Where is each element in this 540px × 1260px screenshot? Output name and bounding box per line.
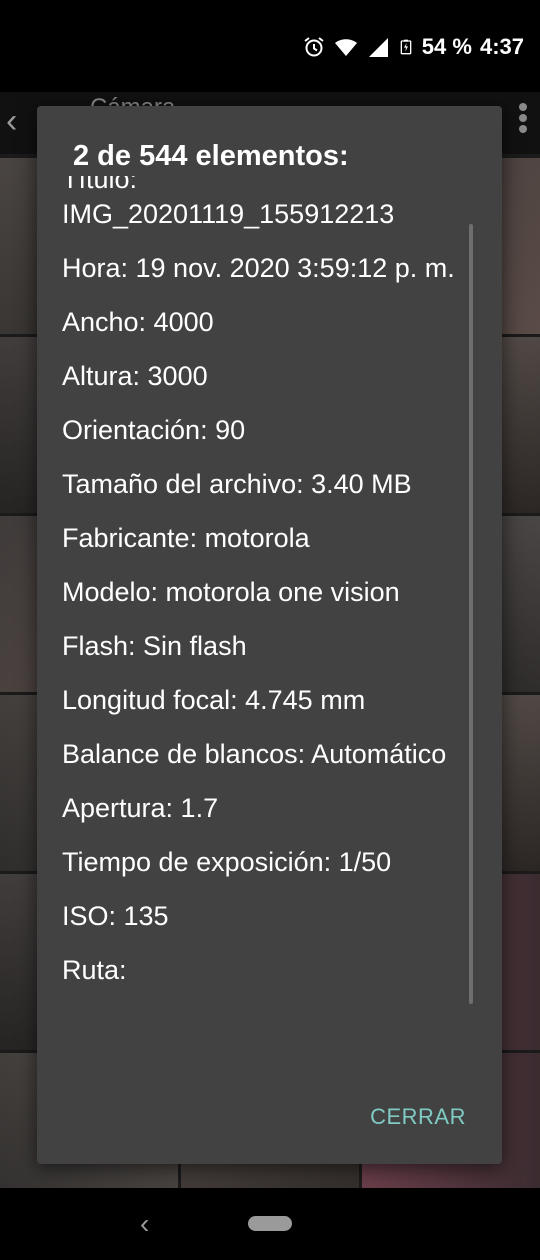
battery-icon (400, 39, 412, 55)
detail-orientation: Orientación: 90 (62, 415, 246, 445)
signal-icon (368, 38, 388, 57)
details-list: Título: IMG_20201119_155912213 Hora: 19 … (62, 176, 470, 1007)
status-icons: 54 % 4:37 (302, 34, 524, 60)
detail-path: Ruta: (62, 955, 127, 985)
detail-white-balance: Balance de blancos: Automático (62, 739, 447, 769)
wifi-icon (334, 39, 357, 56)
screen: 54 % 4:37 ‹ Cámara 2 de 544 elementos: (0, 0, 540, 1260)
detail-aperture: Apertura: 1.7 (62, 793, 219, 823)
scrollbar[interactable] (469, 224, 473, 1004)
alarm-icon (304, 37, 324, 57)
more-vert-icon[interactable] (518, 100, 528, 140)
battery-percent: 54 % (421, 34, 472, 59)
status-bar: 54 % 4:37 (0, 0, 540, 92)
navigation-bar: ‹ (0, 1188, 540, 1260)
detail-manufacturer: Fabricante: motorola (62, 523, 310, 553)
details-dialog: 2 de 544 elementos: Título: IMG_20201119… (37, 106, 502, 1164)
nav-back-icon[interactable]: ‹ (140, 1208, 149, 1240)
detail-iso: ISO: 135 (62, 901, 169, 931)
detail-model: Modelo: motorola one vision (62, 577, 400, 607)
detail-flash: Flash: Sin flash (62, 631, 247, 661)
dialog-title: 2 de 544 elementos: (73, 140, 349, 172)
close-button[interactable]: CERRAR (370, 1104, 466, 1130)
detail-width: Ancho: 4000 (62, 307, 214, 337)
back-icon[interactable]: ‹ (6, 102, 17, 141)
home-pill-icon[interactable] (248, 1216, 292, 1231)
detail-exposure-time: Tiempo de exposición: 1/50 (62, 847, 392, 877)
dialog-scroll-area[interactable]: Título: IMG_20201119_155912213 Hora: 19 … (37, 176, 502, 1074)
detail-height: Altura: 3000 (62, 361, 208, 391)
detail-title: Título: IMG_20201119_155912213 (62, 176, 395, 229)
detail-time: Hora: 19 nov. 2020 3:59:12 p. m. (62, 253, 455, 283)
detail-focal-length: Longitud focal: 4.745 mm (62, 685, 366, 715)
clock: 4:37 (479, 34, 524, 59)
detail-file-size: Tamaño del archivo: 3.40 MB (62, 469, 412, 499)
